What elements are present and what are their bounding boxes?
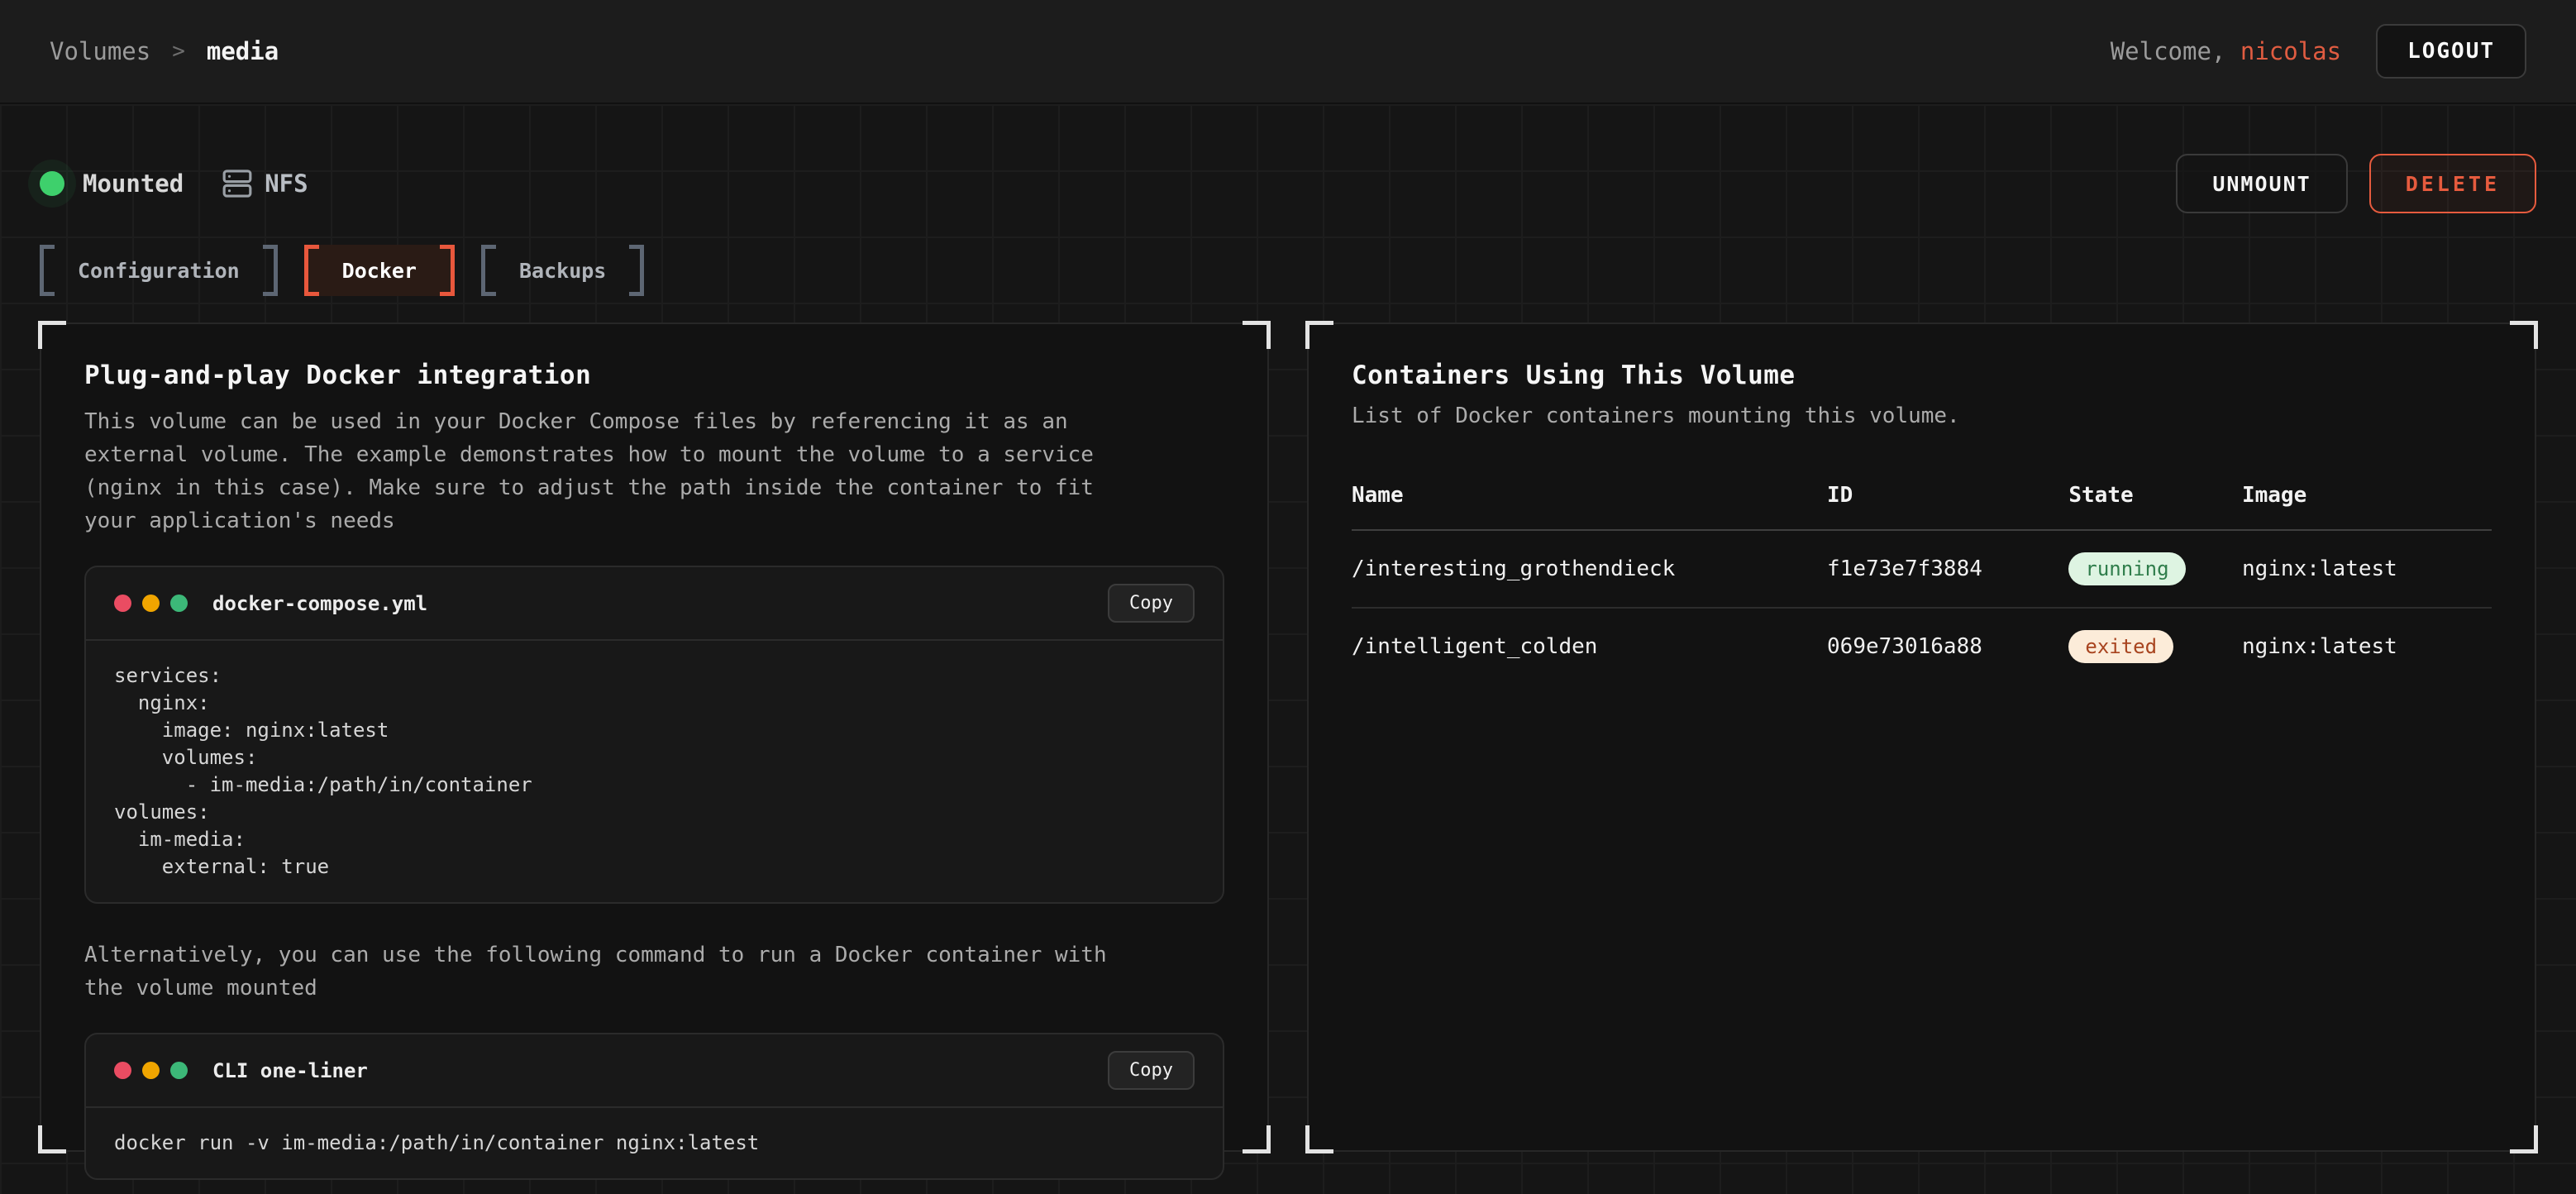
table-header-row: Name ID State Image <box>1352 483 2492 531</box>
server-icon <box>222 168 253 199</box>
red-dot-icon <box>114 595 131 612</box>
container-name: /interesting_grothendieck <box>1352 556 1827 581</box>
container-name: /intelligent_colden <box>1352 634 1827 659</box>
yellow-dot-icon <box>142 595 160 612</box>
column-header-name: Name <box>1352 483 1827 508</box>
compose-code-block: docker-compose.yml Copy services: nginx:… <box>84 566 1224 904</box>
panel-corner-icon <box>1305 321 1333 349</box>
breadcrumb-current-page: media <box>207 37 279 65</box>
bracket-left-icon <box>40 245 55 296</box>
status-badge: running <box>2068 552 2185 585</box>
green-dot-icon <box>170 595 188 612</box>
status-badge: exited <box>2068 630 2173 663</box>
green-dot-icon <box>170 1062 188 1079</box>
code-filename: docker-compose.yml <box>212 592 427 615</box>
bracket-left-icon <box>481 245 496 296</box>
tab-configuration[interactable]: Configuration <box>40 245 278 296</box>
logout-button[interactable]: LOGOUT <box>2376 24 2526 79</box>
bracket-left-icon <box>304 245 319 296</box>
welcome-prefix: Welcome, <box>2111 37 2240 65</box>
bracket-right-icon <box>440 245 455 296</box>
driver-label: NFS <box>265 170 308 198</box>
tab-bar: Configuration Docker Backups <box>40 245 2536 296</box>
docker-integration-panel: Plug-and-play Docker integration This vo… <box>40 322 1269 1152</box>
copy-compose-button[interactable]: Copy <box>1108 584 1195 623</box>
tab-docker[interactable]: Docker <box>304 245 455 296</box>
panel-corner-icon <box>1243 1125 1271 1153</box>
code-filename: CLI one-liner <box>212 1059 368 1082</box>
panel-title: Plug-and-play Docker integration <box>84 361 1224 390</box>
panel-description: This volume can be used in your Docker C… <box>84 405 1119 537</box>
container-image: nginx:latest <box>2242 556 2492 581</box>
containers-panel: Containers Using This Volume List of Doc… <box>1307 322 2536 1152</box>
bracket-right-icon <box>263 245 278 296</box>
copy-cli-button[interactable]: Copy <box>1108 1051 1195 1090</box>
panel-corner-icon <box>38 321 66 349</box>
welcome-text: Welcome, nicolas <box>2111 37 2341 65</box>
panel-title: Containers Using This Volume <box>1352 361 2492 390</box>
container-id: f1e73e7f3884 <box>1827 556 2068 581</box>
cli-intro-text: Alternatively, you can use the following… <box>84 938 1119 1005</box>
panel-subtitle: List of Docker containers mounting this … <box>1352 404 2492 428</box>
container-image: nginx:latest <box>2242 634 2492 659</box>
delete-button[interactable]: DELETE <box>2369 154 2536 213</box>
tab-backups[interactable]: Backups <box>481 245 644 296</box>
table-row: /interesting_grothendieck f1e73e7f3884 r… <box>1352 531 2492 609</box>
container-id: 069e73016a88 <box>1827 634 2068 659</box>
chevron-right-icon: > <box>172 39 185 64</box>
bracket-right-icon <box>629 245 644 296</box>
yellow-dot-icon <box>142 1062 160 1079</box>
main-content: Mounted NFS UNMOUNT DELETE Configuration <box>0 104 2576 1194</box>
tab-label: Docker <box>342 259 417 283</box>
panel-corner-icon <box>38 1125 66 1153</box>
panel-corner-icon <box>1243 321 1271 349</box>
column-header-image: Image <box>2242 483 2492 508</box>
containers-table: Name ID State Image /interesting_grothen… <box>1352 483 2492 685</box>
tab-label: Configuration <box>78 259 240 283</box>
panel-corner-icon <box>1305 1125 1333 1153</box>
traffic-lights-icon <box>114 595 188 612</box>
unmount-button[interactable]: UNMOUNT <box>2176 154 2347 213</box>
breadcrumb-volumes-link[interactable]: Volumes <box>50 37 150 65</box>
mounted-status-label: Mounted <box>83 170 184 198</box>
column-header-id: ID <box>1827 483 2068 508</box>
panel-corner-icon <box>2510 321 2538 349</box>
tab-label: Backups <box>519 259 606 283</box>
top-bar: Volumes > media Welcome, nicolas LOGOUT <box>0 0 2576 104</box>
column-header-state: State <box>2068 483 2242 508</box>
panel-corner-icon <box>2510 1125 2538 1153</box>
driver-indicator: NFS <box>222 168 308 199</box>
table-row: /intelligent_colden 069e73016a88 exited … <box>1352 609 2492 685</box>
traffic-lights-icon <box>114 1062 188 1079</box>
compose-code: services: nginx: image: nginx:latest vol… <box>86 641 1223 902</box>
cli-code-block: CLI one-liner Copy docker run -v im-medi… <box>84 1033 1224 1180</box>
status-row: Mounted NFS UNMOUNT DELETE <box>40 104 2536 213</box>
red-dot-icon <box>114 1062 131 1079</box>
mounted-status-dot-icon <box>40 171 64 196</box>
breadcrumb: Volumes > media <box>50 37 279 65</box>
cli-code: docker run -v im-media:/path/in/containe… <box>86 1108 1223 1178</box>
username: nicolas <box>2240 37 2341 65</box>
